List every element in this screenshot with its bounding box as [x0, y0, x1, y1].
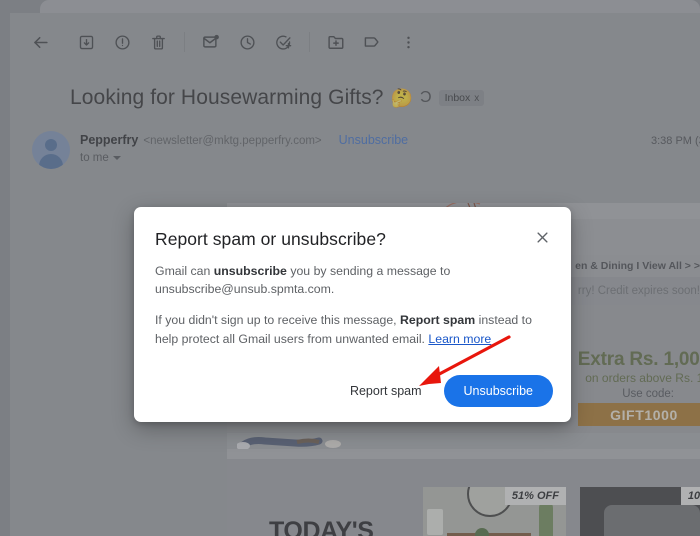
unsubscribe-button[interactable]: Unsubscribe [443, 375, 553, 407]
dialog-actions: Report spam Unsubscribe [342, 375, 553, 407]
p1-bold: unsubscribe [213, 264, 287, 278]
p2-pre: If you didn't sign up to receive this me… [155, 313, 401, 328]
report-spam-dialog: Report spam or unsubscribe? Gmail can un… [134, 207, 571, 422]
dialog-paragraph-2: If you didn't sign up to receive this me… [155, 311, 545, 347]
dialog-paragraph-1: Gmail can unsubscribe you by sending a m… [155, 262, 545, 298]
p2-bold: Report spam [400, 313, 476, 328]
dialog-body: Gmail can unsubscribe you by sending a m… [155, 262, 545, 348]
close-icon[interactable] [529, 224, 555, 250]
p1-pre: Gmail can [155, 264, 214, 278]
report-spam-button[interactable]: Report spam [342, 378, 430, 404]
dialog-title: Report spam or unsubscribe? [155, 229, 386, 249]
screenshot-root: Looking for Housewarming Gifts? 🤔 Ͻ Inbo… [0, 0, 700, 536]
learn-more-link[interactable]: Learn more [428, 332, 491, 346]
